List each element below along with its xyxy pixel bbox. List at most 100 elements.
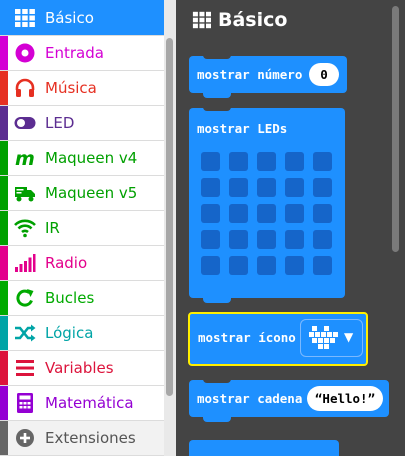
led-cell[interactable] [313,256,332,275]
show-string-block[interactable]: mostrar cadena “Hello!” [189,378,389,422]
category-logic[interactable]: Lógica [0,316,164,351]
led-cell[interactable] [285,204,304,223]
category-loops[interactable]: Bucles [0,281,164,316]
led-cell[interactable] [229,204,248,223]
flyout-scrollbar-thumb[interactable] [392,6,399,252]
led-cell[interactable] [285,178,304,197]
category-color-bar [0,176,8,210]
category-math[interactable]: Matemática [0,386,164,421]
plus-circle-icon [14,427,36,449]
truck-icon [14,182,36,204]
calculator-icon [14,392,36,414]
category-label: Variables [45,359,114,377]
led-cell[interactable] [201,152,220,171]
led-cell[interactable] [313,178,332,197]
block-flyout: Básico mostrar número 0 mostrar LEDs mos… [176,0,405,456]
category-color-bar [0,36,8,70]
string-value: Hello! [322,391,368,406]
quote-close-icon: ” [367,391,376,406]
category-color-bar [0,106,8,140]
led-cell[interactable] [257,204,276,223]
led-cell[interactable] [257,178,276,197]
category-label: Música [45,79,97,97]
category-label: Bucles [45,289,95,307]
led-cell[interactable] [201,178,220,197]
next-block-partial[interactable] [189,440,339,456]
flyout-header: Básico [192,9,287,31]
category-label: LED [45,114,75,132]
category-radio[interactable]: Radio [0,246,164,281]
led-cell[interactable] [229,256,248,275]
category-label: Básico [45,8,94,27]
category-label: Maqueen v5 [45,184,138,202]
led-cell[interactable] [285,256,304,275]
block-notch [203,106,231,111]
string-input[interactable]: “Hello!” [307,386,383,411]
block-label: mostrar cadena [197,391,303,406]
category-variables[interactable]: Variables [0,351,164,386]
category-color-bar [0,71,8,105]
sidebar-scrollbar-thumb[interactable] [166,38,173,396]
led-cell[interactable] [201,256,220,275]
led-cell[interactable] [313,204,332,223]
grid-icon [14,7,36,29]
category-color-bar [0,316,8,350]
led-cell[interactable] [201,230,220,249]
list-icon [14,357,36,379]
led-cell[interactable] [201,204,220,223]
category-music[interactable]: Música [0,71,164,106]
category-led[interactable]: LED [0,106,164,141]
category-label: Maqueen v4 [45,149,138,167]
led-cell[interactable] [257,230,276,249]
block-notch [203,417,231,422]
category-label: Lógica [45,324,94,342]
block-notch [203,298,231,303]
grid-icon [192,10,212,30]
category-color-bar [0,386,8,420]
led-cell[interactable] [285,152,304,171]
block-notch [203,378,231,383]
wifi-icon [14,217,36,239]
headphones-icon [14,77,36,99]
block-notch [203,93,231,98]
block-label: mostrar ícono [198,330,296,345]
led-cell[interactable] [229,178,248,197]
svg-text:m: m [15,148,35,169]
category-extensions[interactable]: Extensiones [0,421,164,456]
number-input[interactable]: 0 [309,63,339,86]
led-matrix[interactable] [201,152,334,276]
heart-icon [309,326,338,349]
led-cell[interactable] [257,152,276,171]
category-input[interactable]: Entrada [0,36,164,71]
category-label: Matemática [45,394,134,412]
category-maqueen-v5[interactable]: Maqueen v5 [0,176,164,211]
led-cell[interactable] [313,152,332,171]
block-label: mostrar número [197,67,303,82]
category-label: Radio [45,254,88,272]
led-cell[interactable] [257,256,276,275]
chevron-down-icon: ▼ [344,330,354,344]
led-cell[interactable] [313,230,332,249]
show-number-block[interactable]: mostrar número 0 [189,54,347,98]
led-cell[interactable] [229,152,248,171]
circle-dot-icon [14,42,36,64]
category-maqueen-v4[interactable]: m Maqueen v4 [0,141,164,176]
category-sidebar: Básico Entrada Música LED m Maqueen v4 M… [0,0,164,456]
m-letter-icon: m [14,147,36,169]
icon-dropdown[interactable]: ▼ [300,319,363,357]
led-cell[interactable] [285,230,304,249]
category-basic[interactable]: Básico [0,0,164,36]
signal-bars-icon [14,252,36,274]
shuffle-icon [14,322,36,344]
category-color-bar [0,421,8,455]
flyout-title: Básico [218,9,288,31]
block-notch [203,54,231,59]
category-label: Entrada [45,44,104,62]
toggle-icon [14,112,36,134]
category-color-bar [0,351,8,385]
category-ir[interactable]: IR [0,211,164,246]
category-color-bar [0,281,8,315]
show-leds-block[interactable]: mostrar LEDs [189,106,345,303]
show-icon-block[interactable]: mostrar ícono ▼ [188,312,368,366]
led-cell[interactable] [229,230,248,249]
